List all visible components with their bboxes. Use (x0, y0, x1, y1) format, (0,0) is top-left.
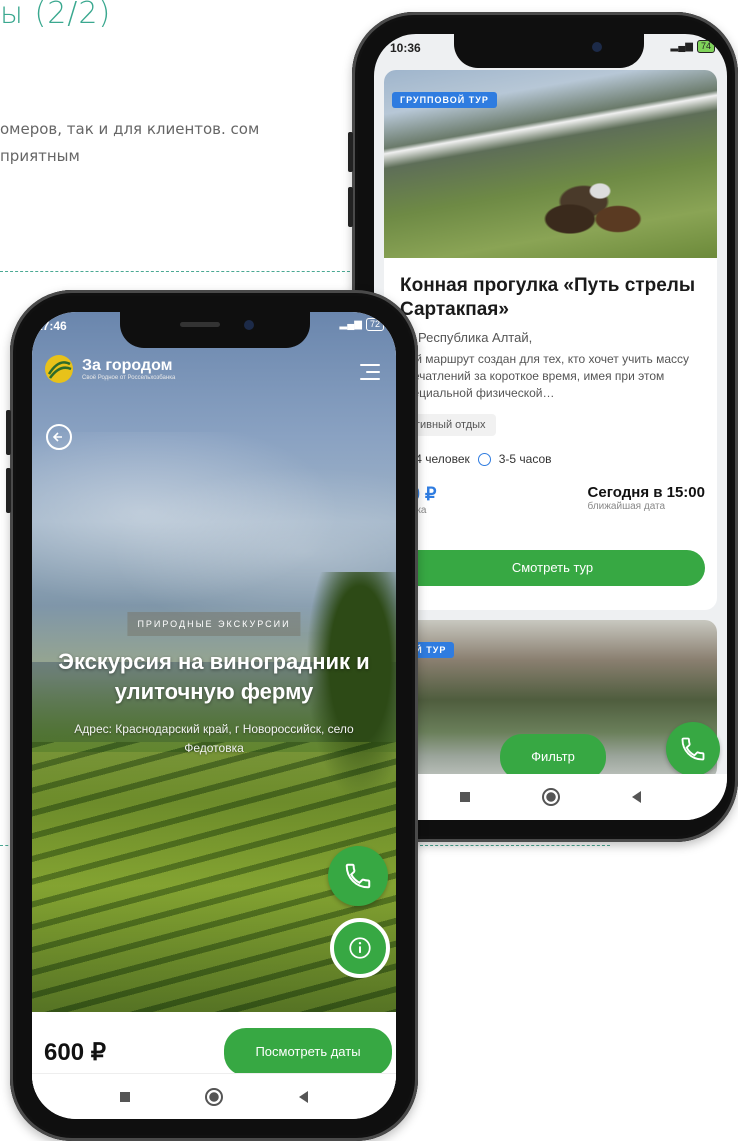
phone-side-button (348, 187, 353, 227)
tour-type-badge: ГРУППОВОЙ ТУР (392, 92, 497, 108)
back-arrow-icon[interactable] (46, 424, 72, 450)
back-nav-icon[interactable] (632, 791, 641, 803)
dashed-divider-bottom (420, 845, 610, 846)
info-icon (349, 937, 371, 959)
tour-photo-horse (534, 170, 654, 240)
battery-icon: 72 (365, 318, 384, 331)
tour-card[interactable]: ГРУППОВОЙ ТУР Конная прогулка «Путь стре… (384, 70, 717, 610)
phone-icon (681, 737, 705, 761)
android-nav-bar (374, 774, 727, 820)
hamburger-menu-icon[interactable] (360, 364, 380, 385)
brand-logo[interactable]: За городом Своё Родное от Россельхозбанк… (44, 354, 175, 384)
slide-body-text: омеров, так и для клиентов. сом приятным (0, 120, 260, 165)
tour-next-date-label: ближайшая дата (587, 501, 666, 512)
recent-apps-icon[interactable] (460, 792, 470, 802)
phone-frame-front: 17:46 ▂▄▆ 72 За городом Своё Родное от Р… (6, 290, 418, 1141)
phone-notch (120, 312, 310, 348)
excursion-address: Адрес: Краснодарский край, г Новороссийс… (74, 722, 354, 755)
tour-location: Республика Алтай, (418, 330, 533, 345)
tour-description: ный маршрут создан для тех, кто хочет уч… (400, 352, 690, 400)
brand-tagline: Своё Родное от Россельхозбанка (82, 375, 176, 381)
excursion-price: 600 ₽ (44, 1039, 106, 1066)
tour-card-body: Конная прогулка «Путь стрелы Сартакпая» … (397, 274, 705, 516)
status-time: 17:46 (36, 319, 67, 333)
home-icon[interactable] (205, 1087, 224, 1106)
excursion-title: Экскурсия на виноградник и улиточную фер… (58, 649, 370, 704)
view-tour-button[interactable]: Смотреть тур (400, 550, 705, 586)
call-button[interactable] (666, 722, 720, 776)
signal-icon: ▂▄▆ (339, 319, 362, 330)
android-nav-bar (32, 1073, 396, 1119)
back-nav-icon[interactable] (299, 1090, 309, 1103)
slide-title: ы (2/2) (0, 0, 112, 31)
phone-screen-back: 10:36 ▂▄▆ 74 ГРУППОВОЙ ТУР Конная прогул… (374, 34, 727, 820)
tour-title[interactable]: Конная прогулка «Путь стрелы Сартакпая» (400, 274, 705, 322)
phone-side-button (348, 132, 353, 172)
signal-icon: ▂▄▆ (670, 41, 693, 52)
tour-next-date: Сегодня в 15:00 (587, 484, 705, 501)
clock-icon (477, 452, 491, 466)
brand-leaf-icon (45, 355, 73, 383)
phone-screen-front: 17:46 ▂▄▆ 72 За городом Своё Родное от Р… (32, 312, 396, 1119)
recent-apps-icon[interactable] (119, 1091, 130, 1102)
view-dates-button[interactable]: Посмотреть даты (224, 1028, 392, 1076)
phone-notch (454, 34, 644, 68)
call-button[interactable] (328, 846, 388, 906)
info-button[interactable] (330, 918, 390, 978)
category-label: ПРИРОДНЫЕ ЭКСКУРСИИ (127, 612, 301, 636)
phone-icon (345, 863, 371, 889)
tour-duration: 3-5 часов (498, 452, 552, 466)
phone-side-button (6, 468, 11, 513)
phone-side-button (6, 410, 11, 455)
status-time: 10:36 (390, 41, 421, 55)
home-icon[interactable] (542, 788, 560, 806)
dashed-divider-top (0, 271, 355, 272)
battery-icon: 74 (696, 40, 715, 53)
brand-name: За городом (82, 357, 173, 374)
